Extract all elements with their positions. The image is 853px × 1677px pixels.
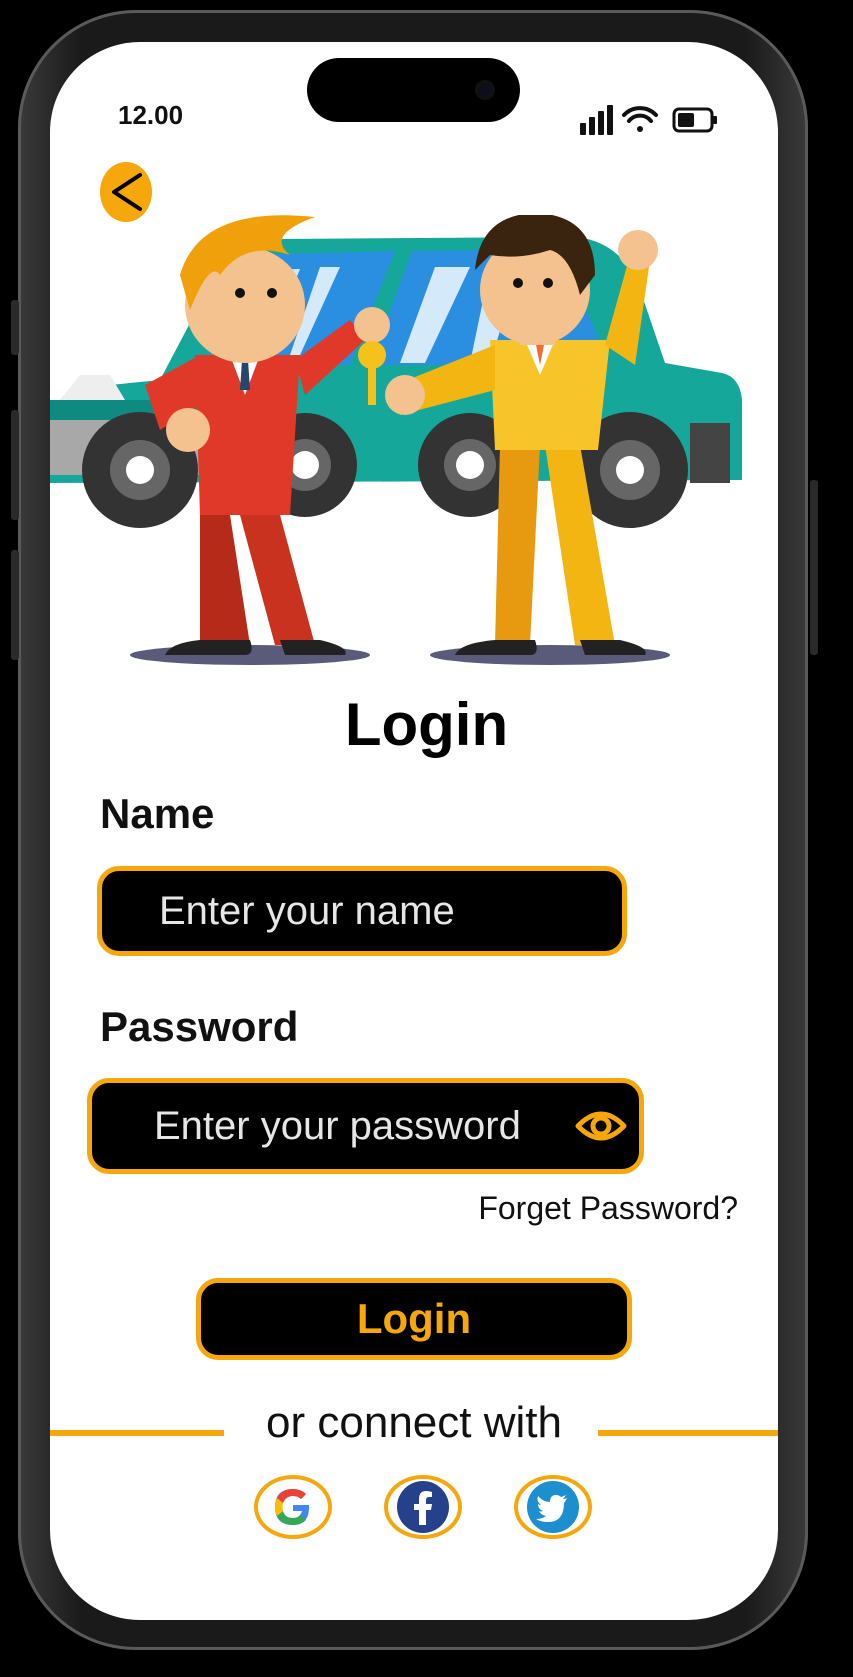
back-button[interactable] [100,162,152,222]
chevron-left-icon [112,173,142,211]
status-time: 12.00 [118,100,184,130]
name-field[interactable] [97,866,627,956]
forget-password-link[interactable]: Forget Password? [478,1190,738,1227]
name-label: Name [100,790,215,837]
name-input[interactable] [159,888,622,934]
login-button[interactable]: Login [196,1278,632,1360]
password-label: Password [100,1003,299,1050]
password-input[interactable] [154,1103,559,1149]
password-field[interactable] [87,1078,644,1174]
eye-icon[interactable] [575,1106,627,1146]
side-button-power [810,480,818,655]
side-button-volume-up [11,410,19,520]
side-button-silent [11,300,19,355]
twitter-icon [527,1481,579,1533]
facebook-icon [397,1481,449,1533]
camera-icon [475,80,495,100]
page-title: Login [344,691,509,758]
google-login-button[interactable] [254,1475,332,1539]
signal-icon [580,105,613,135]
connect-with-text: or connect with [266,1398,562,1447]
google-icon [275,1489,310,1525]
status-icons [580,105,717,135]
dynamic-island [307,58,520,122]
wifi-icon [622,106,658,132]
facebook-login-button[interactable] [384,1475,462,1539]
twitter-login-button[interactable] [514,1475,592,1539]
hero-illustration [50,215,742,665]
side-button-volume-down [11,550,19,660]
battery-icon [672,107,717,133]
